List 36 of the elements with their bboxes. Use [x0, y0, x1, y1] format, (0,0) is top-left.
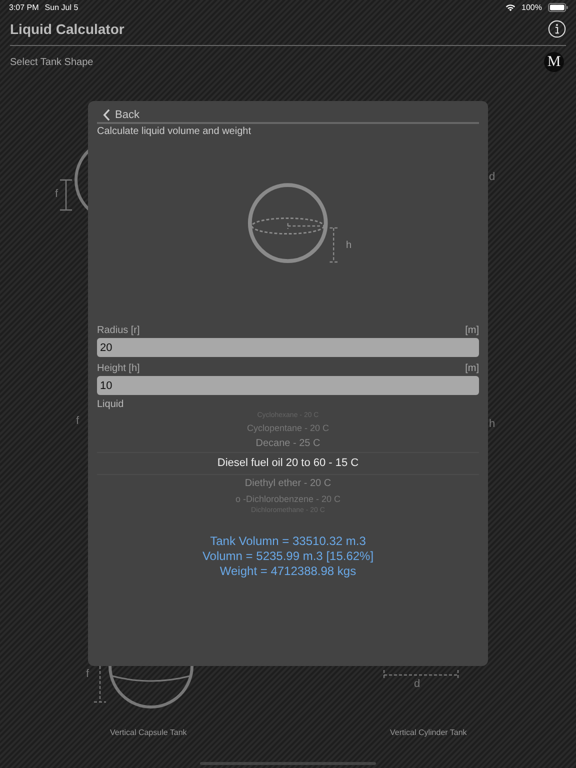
result-text: Tank Volumn = 33510.32 m.3 — [210, 534, 366, 549]
picker-item[interactable]: Diesel fuel oil 20 to 60 - 15 C — [97, 452, 479, 475]
picker-item[interactable]: Diethyl ether - 20 C — [244, 475, 332, 492]
input-field[interactable]: 20 — [97, 338, 479, 357]
battery-icon — [548, 2, 568, 12]
picker-item[interactable]: Decane - 25 C — [256, 435, 320, 452]
section-label: Select Tank Shape — [10, 56, 94, 68]
info-icon[interactable] — [548, 20, 566, 38]
wifi-icon — [504, 2, 516, 12]
dimension-label: f — [86, 668, 90, 680]
dimension-label: f — [55, 188, 58, 200]
field-label: Radius [r] — [97, 325, 140, 336]
dimension-label: d — [489, 171, 496, 183]
battery-percent: 100% — [522, 2, 542, 12]
status-time: 3:07 PM — [9, 2, 39, 12]
unit-label: [m] — [465, 325, 479, 336]
back-button[interactable]: Back — [97, 109, 146, 121]
result-text: Weight = 4712388.98 kgs — [220, 564, 356, 579]
dimension-label: h — [346, 240, 352, 251]
tank-name[interactable]: Vertical Capsule Tank — [110, 728, 187, 737]
dimension-label: h — [489, 418, 496, 430]
unit-label: [m] — [465, 363, 479, 374]
tank-name[interactable]: Vertical Cylinder Tank — [390, 728, 467, 737]
chevron-left-icon — [103, 109, 110, 121]
dimension-label: f — [76, 415, 80, 427]
dimension-line — [93, 665, 107, 703]
status-date: Sun Jul 5 — [44, 2, 78, 12]
field-label: Height [h] — [97, 363, 140, 374]
dimension-line — [59, 179, 73, 211]
dimension-label: d — [414, 678, 420, 690]
app-title: Liquid Calculator — [10, 21, 124, 37]
input-field[interactable]: 10 — [97, 376, 479, 395]
result-text: Volumn = 5235.99 m.3 [15.62%] — [202, 549, 374, 564]
dialog-heading: Calculate liquid volume and weight — [97, 126, 252, 137]
menu-button[interactable]: M — [544, 52, 564, 72]
field-label: Liquid — [97, 399, 125, 410]
